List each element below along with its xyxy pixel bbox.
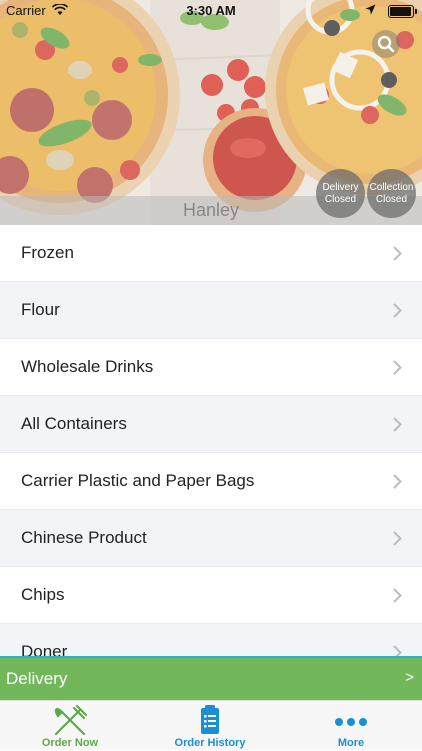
delivery-mode-bar[interactable]: Delivery > bbox=[0, 656, 422, 700]
tab-bar: Order Now Order History More bbox=[0, 700, 422, 750]
status-time: 3:30 AM bbox=[186, 3, 236, 18]
category-row-doner[interactable]: Doner bbox=[0, 624, 422, 656]
battery-icon bbox=[388, 5, 417, 18]
chevron-right-icon bbox=[393, 474, 402, 489]
tab-label: More bbox=[337, 737, 365, 749]
chevron-right-icon bbox=[393, 246, 402, 261]
chevron-right-icon bbox=[393, 303, 402, 318]
category-label: Doner bbox=[21, 642, 68, 656]
delivery-status-value: Closed bbox=[324, 193, 357, 205]
tab-order-now[interactable]: Order Now bbox=[0, 701, 140, 751]
clipboard-list-icon bbox=[201, 705, 219, 734]
hero-banner: Carrier 3:30 AM Hanley Delivery Closed C… bbox=[0, 0, 422, 225]
delivery-status-title: Delivery bbox=[322, 181, 359, 193]
delivery-mode-label: Delivery bbox=[6, 669, 68, 688]
category-row-frozen[interactable]: Frozen bbox=[0, 225, 422, 282]
collection-status-badge: Collection Closed bbox=[367, 169, 416, 218]
collection-status-value: Closed bbox=[375, 193, 408, 205]
category-row-all-containers[interactable]: All Containers bbox=[0, 396, 422, 453]
category-list: Frozen Flour Wholesale Drinks All Contai… bbox=[0, 225, 422, 656]
chevron-right-icon bbox=[393, 360, 402, 375]
category-row-carrier-bags[interactable]: Carrier Plastic and Paper Bags bbox=[0, 453, 422, 510]
chevron-right-icon bbox=[393, 588, 402, 603]
search-button[interactable] bbox=[372, 30, 400, 58]
collection-status-title: Collection bbox=[369, 181, 414, 193]
fork-knife-icon bbox=[54, 704, 88, 736]
category-row-chips[interactable]: Chips bbox=[0, 567, 422, 624]
category-label: Flour bbox=[21, 300, 60, 319]
location-arrow-icon bbox=[365, 4, 376, 15]
chevron-right-icon bbox=[393, 645, 402, 656]
delivery-mode-arrow: > bbox=[405, 669, 414, 686]
status-bar: Carrier 3:30 AM bbox=[0, 0, 422, 22]
tab-more[interactable]: More bbox=[281, 701, 421, 751]
tab-label: Order Now bbox=[41, 737, 99, 749]
search-icon bbox=[377, 35, 395, 53]
category-row-flour[interactable]: Flour bbox=[0, 282, 422, 339]
category-row-wholesale-drinks[interactable]: Wholesale Drinks bbox=[0, 339, 422, 396]
category-label: Frozen bbox=[21, 243, 74, 262]
category-label: Chinese Product bbox=[21, 528, 147, 547]
category-label: Carrier Plastic and Paper Bags bbox=[21, 471, 255, 490]
category-label: Chips bbox=[21, 585, 65, 604]
chevron-right-icon bbox=[393, 417, 402, 432]
tab-label: Order History bbox=[174, 737, 246, 749]
category-label: All Containers bbox=[21, 414, 127, 433]
delivery-status-badge: Delivery Closed bbox=[316, 169, 365, 218]
tab-order-history[interactable]: Order History bbox=[140, 701, 280, 751]
category-label: Wholesale Drinks bbox=[21, 357, 154, 376]
category-row-chinese-product[interactable]: Chinese Product bbox=[0, 510, 422, 567]
more-dots-icon bbox=[335, 718, 367, 726]
chevron-right-icon bbox=[393, 531, 402, 546]
